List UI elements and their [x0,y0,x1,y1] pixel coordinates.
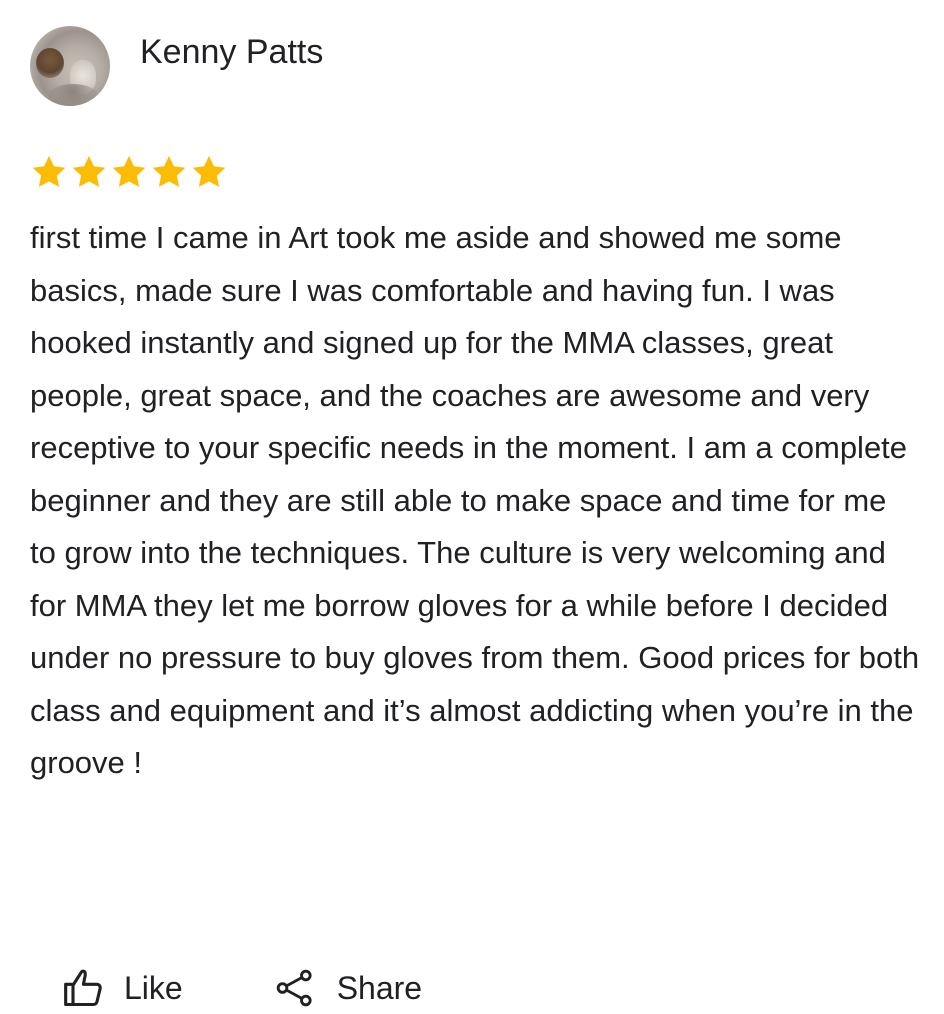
share-button[interactable]: Share [275,966,422,1010]
reviewer-name[interactable]: Kenny Patts [140,30,323,74]
star-icon [72,155,106,187]
share-label: Share [336,970,423,1006]
review-card: Kenny Patts first time I came in Art too… [0,0,944,1010]
star-icon [152,155,186,187]
like-button[interactable]: Like [62,966,183,1010]
star-rating [30,152,228,192]
star-icon [192,155,226,187]
like-label: Like [124,970,183,1006]
star-icon [112,155,146,187]
avatar[interactable] [30,26,110,106]
review-text: first time I came in Art took me aside a… [30,220,920,780]
review-actions: Like Share [62,962,422,1014]
share-icon [276,969,312,1007]
star-icon [32,155,66,187]
thumbs-up-icon [64,969,102,1007]
